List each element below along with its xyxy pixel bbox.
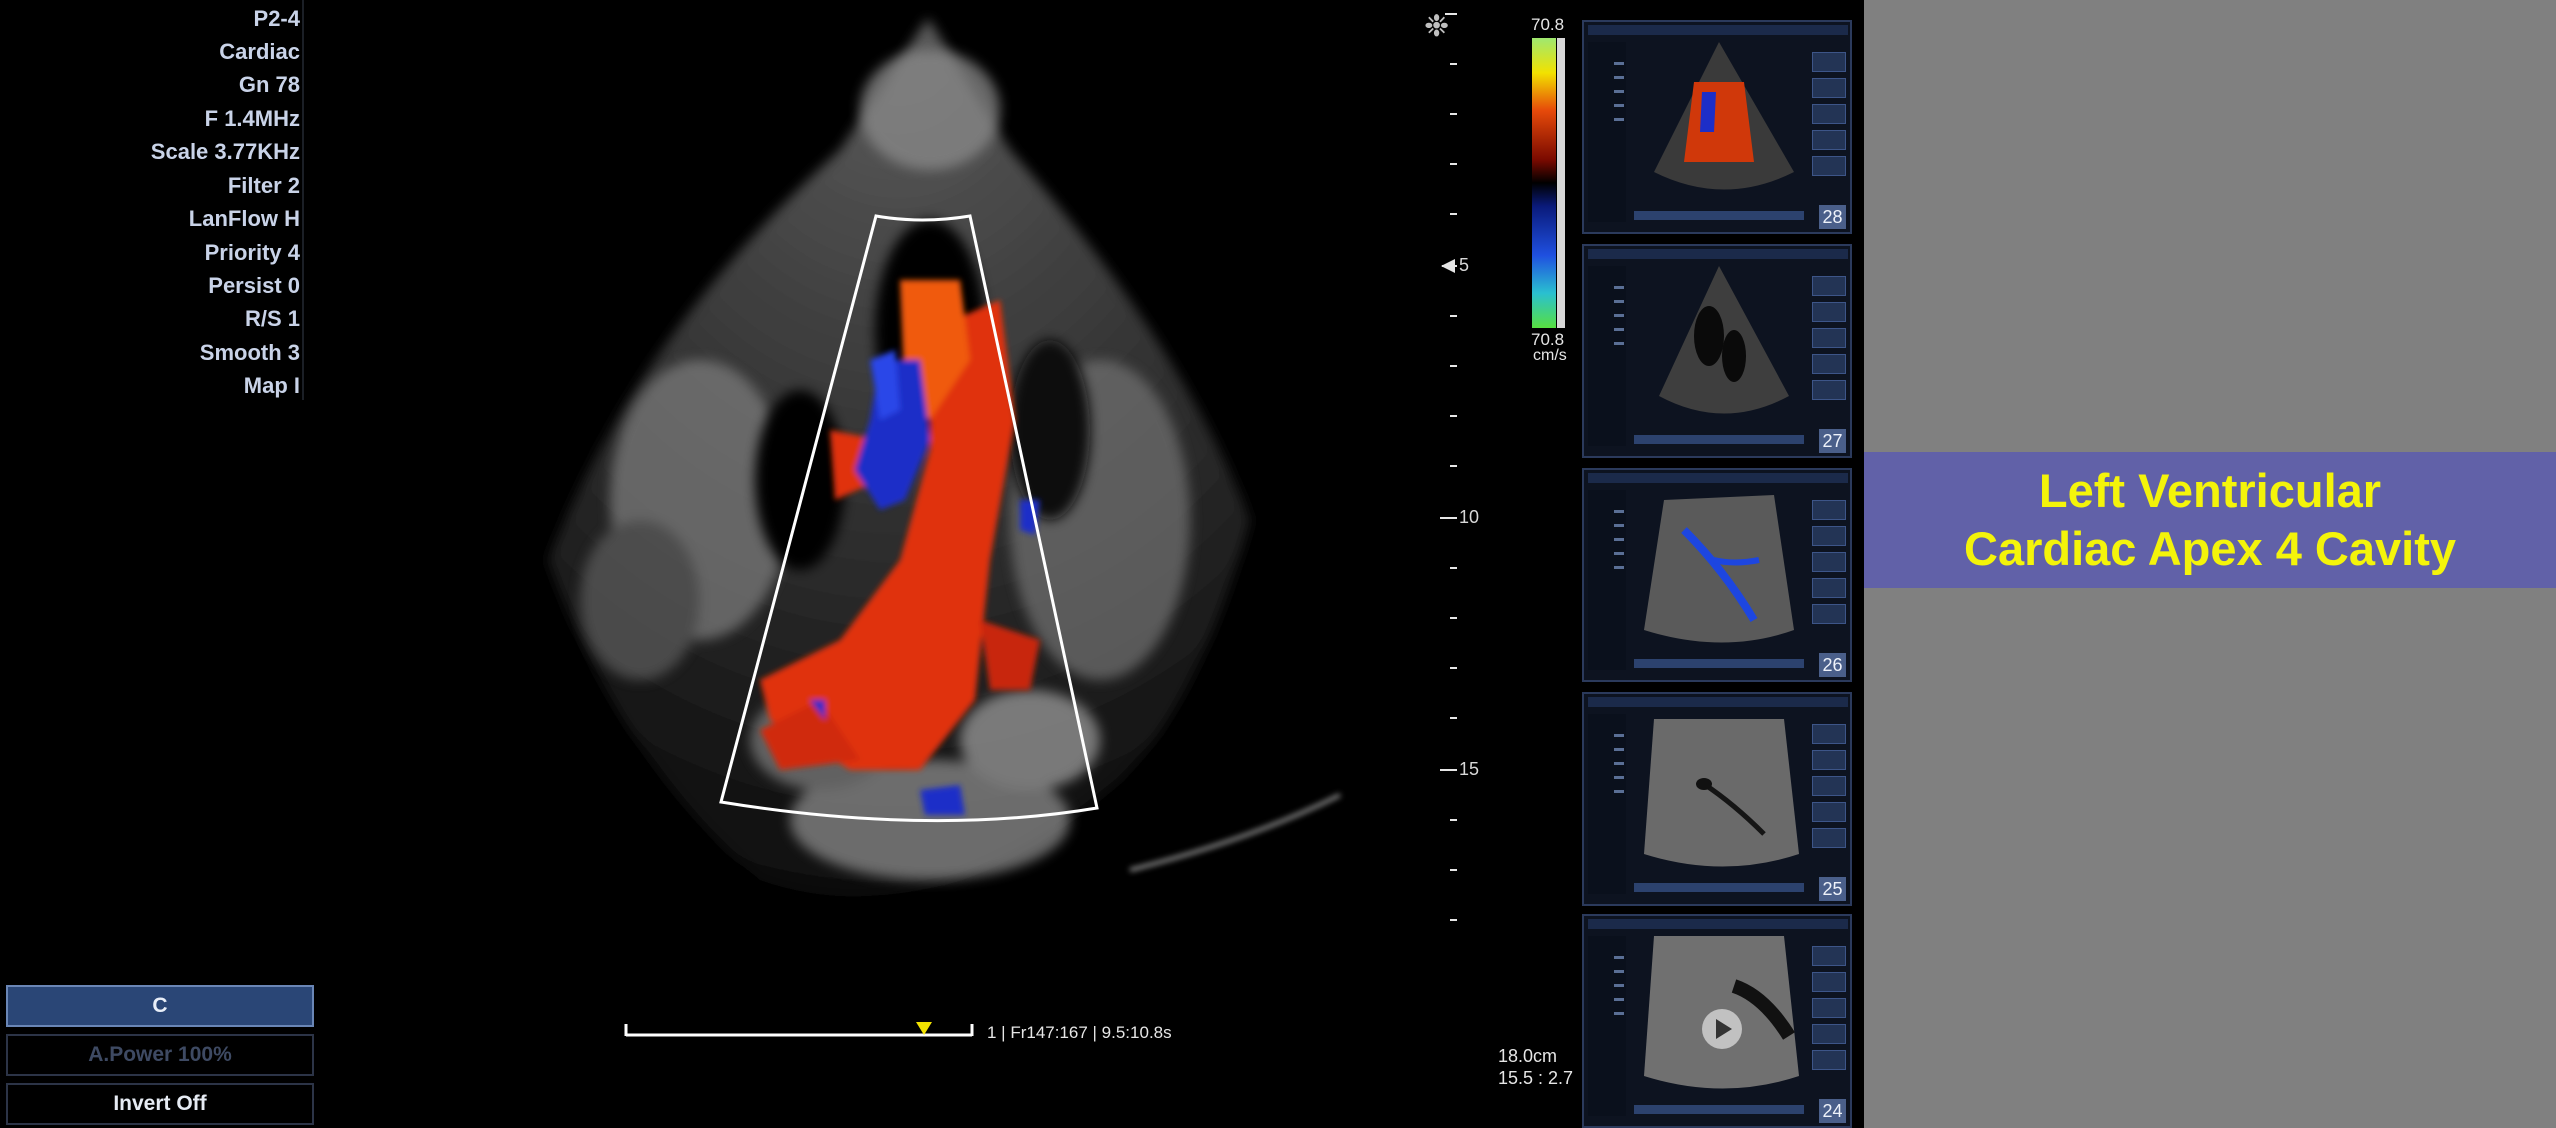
color-scale-bar (1532, 38, 1556, 328)
edge-streak (1129, 793, 1341, 872)
depth-label-10: 10 (1459, 507, 1480, 527)
thumbnail-27[interactable]: 27 (1582, 244, 1852, 458)
thumbnail-number: 28 (1819, 205, 1846, 229)
thumbnail-number: 26 (1819, 653, 1846, 677)
thumbnail-25[interactable]: 25 (1582, 692, 1852, 906)
depth-readout: 18.0cm 15.5 : 2.7 (1498, 1045, 1573, 1089)
cine-loop-bar[interactable] (624, 1022, 974, 1037)
cine-frame-info: 1 | Fr147:167 | 9.5:10.8s (987, 1023, 1172, 1042)
depth-value: 18.0cm (1498, 1046, 1558, 1066)
ultrasound-image: ❉ (548, 9, 1565, 1037)
thumbnail-number: 27 (1819, 429, 1846, 453)
title-line-1: Left Ventricular (2038, 464, 2382, 517)
depth-ratio: 15.5 : 2.7 (1498, 1068, 1574, 1088)
thumbnail-number: 25 (1819, 877, 1846, 901)
color-scale-max: 70.8 (1531, 15, 1565, 34)
thumbnail-24[interactable]: 24 (1582, 914, 1852, 1128)
depth-label-5: 5 (1459, 255, 1470, 275)
depth-label-15: 15 (1459, 759, 1480, 779)
thumbnail-number: 24 (1819, 1099, 1846, 1123)
focus-depth-marker[interactable] (1441, 259, 1455, 273)
thumbnail-28[interactable]: 28 (1582, 20, 1852, 234)
title-line-2: Cardiac Apex 4 Cavity (1964, 522, 2456, 575)
color-scale-unit: cm/s (1533, 347, 1567, 364)
title-banner: Left Ventricular Cardiac Apex 4 Cavity (1864, 452, 2556, 588)
color-scale-baseline (1557, 38, 1565, 328)
depth-ruler (1440, 13, 1457, 921)
thumbnail-26[interactable]: 26 (1582, 468, 1852, 682)
